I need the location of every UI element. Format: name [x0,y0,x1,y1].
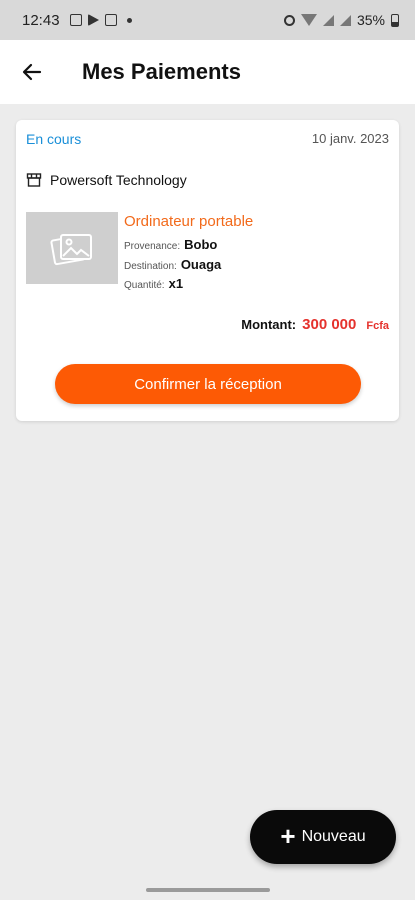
provenance-value: Bobo [184,237,218,252]
amount-label: Montant: [241,317,297,332]
amount-row: Montant: 300 000 Fcfa [241,316,389,333]
payment-date: 10 janv. 2023 [311,131,389,146]
new-payment-label: Nouveau [301,828,366,845]
status-time: 12:43 [22,11,60,29]
page-title: Mes Paiements [82,59,241,84]
store-icon [26,172,42,188]
wifi-icon [300,14,317,26]
telegram-notification-icon [87,14,99,26]
confirm-reception-button[interactable]: Confirmer la réception [55,364,361,404]
battery-level: 35% [356,12,385,28]
destination-row: Destination: Ouaga [124,257,221,272]
image-placeholder-icon [50,234,92,266]
signal-icon [322,14,334,26]
product-image-placeholder [26,212,118,284]
alarm-icon [283,14,295,26]
status-bar-left: 12:43 [22,12,132,29]
provenance-row: Provenance: Bobo [124,237,217,252]
system-nav-bar [0,880,415,900]
status-badge: En cours [26,131,82,147]
more-notifications-dot-icon [126,17,132,23]
plus-icon: + [280,821,296,851]
quantity-value: x1 [168,276,184,291]
vendor-name: Powersoft Technology [50,172,187,188]
status-bar-right: 35% [283,12,399,28]
vendor-row: Powersoft Technology [26,172,187,188]
home-indicator[interactable] [146,888,270,892]
provenance-label: Provenance: [124,241,181,252]
new-payment-button[interactable]: + Nouveau [250,810,396,864]
battery-icon [391,13,399,27]
amount-currency: Fcfa [366,320,389,332]
product-name: Ordinateur portable [124,213,254,230]
amount-value: 300 000 [302,316,357,333]
quantity-label: Quantité: [124,280,165,291]
app-notification-icon [104,14,117,26]
quantity-row: Quantité: x1 [124,276,183,291]
destination-value: Ouaga [180,257,222,272]
gallery-notification-icon [69,14,82,26]
destination-label: Destination: [124,261,177,272]
app-header: Mes Paiements [0,40,415,104]
status-bar: 12:43 35% [0,0,415,40]
payment-card[interactable]: En cours 10 janv. 2023 Powersoft Technol… [16,120,399,421]
signal-icon-2 [339,14,351,26]
arrow-left-icon [22,63,42,81]
back-button[interactable] [20,57,50,87]
